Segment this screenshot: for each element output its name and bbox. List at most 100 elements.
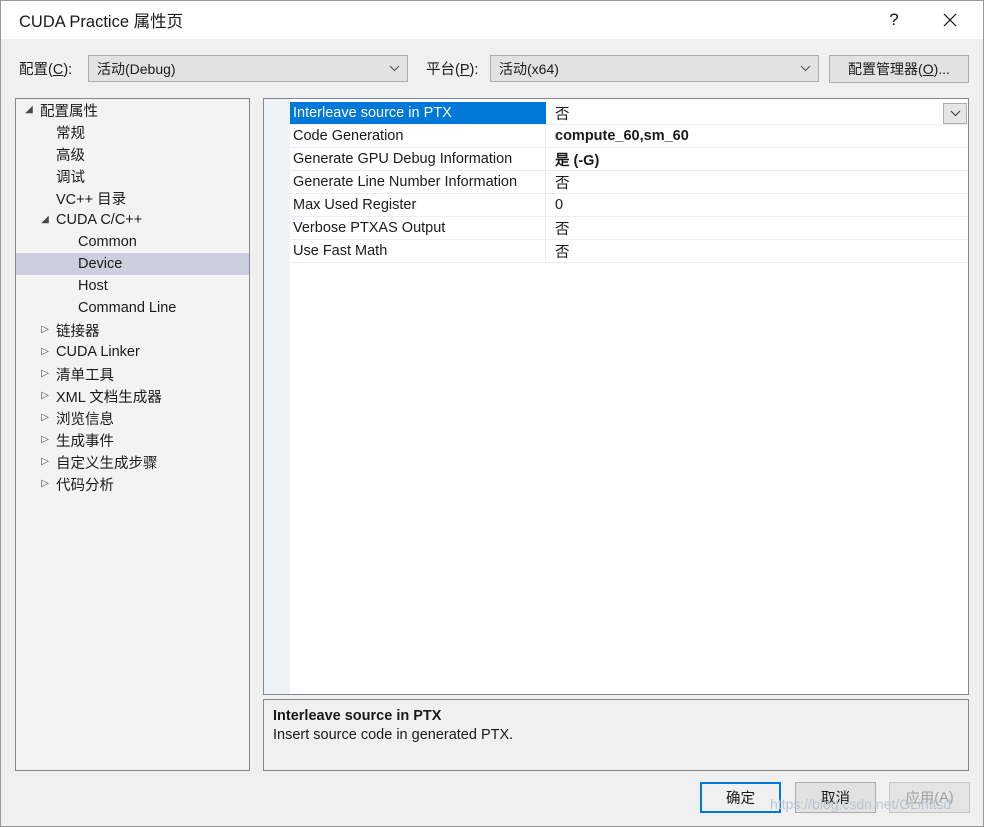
tree-item-高级[interactable]: 高级 <box>16 143 249 165</box>
property-name: Interleave source in PTX <box>290 102 546 124</box>
property-pages-dialog: CUDA Practice 属性页 ? 配置(C): 活动(Debug) 平台(… <box>0 0 984 827</box>
tree-item-生成事件[interactable]: ▷ 生成事件 <box>16 429 249 451</box>
property-row[interactable]: Generate GPU Debug Information 是 (-G) <box>290 148 968 171</box>
tree-item-清单工具[interactable]: ▷ 清单工具 <box>16 363 249 385</box>
close-icon <box>943 13 957 27</box>
property-value[interactable]: 否 <box>546 102 968 124</box>
configuration-manager-button[interactable]: 配置管理器(O)... <box>829 55 969 83</box>
grid-gutter <box>264 99 290 694</box>
tree-item-label: CUDA Linker <box>56 344 140 360</box>
property-grid[interactable]: Interleave source in PTX 否 Code Generation… <box>263 98 969 695</box>
tree-item-label: 浏览信息 <box>56 411 114 428</box>
chevron-down-icon <box>950 110 960 117</box>
tree-item-command-line[interactable]: Command Line <box>16 297 249 319</box>
cancel-button[interactable]: 取消 <box>795 782 876 813</box>
tree-expander-none <box>38 165 52 187</box>
tree-item-label: 调试 <box>56 169 85 186</box>
property-name: Generate GPU Debug Information <box>290 148 546 170</box>
property-row[interactable]: Verbose PTXAS Output 否 <box>290 217 968 240</box>
tree-item-label: 常规 <box>56 125 85 142</box>
tree-item-代码分析[interactable]: ▷ 代码分析 <box>16 473 249 495</box>
platform-value: 活动(x64) <box>499 60 559 77</box>
chevron-down-icon <box>792 65 818 72</box>
tree-expander-none <box>38 143 52 165</box>
property-name: Code Generation <box>290 125 546 147</box>
tree-expander-collapsed-icon[interactable]: ▷ <box>38 341 52 363</box>
tree-item-调试[interactable]: 调试 <box>16 165 249 187</box>
platform-dropdown[interactable]: 活动(x64) <box>490 55 819 82</box>
close-button[interactable] <box>927 1 973 39</box>
tree-expander-collapsed-icon[interactable]: ▷ <box>38 319 52 341</box>
chevron-down-icon <box>381 65 407 72</box>
tree-item-label: 高级 <box>56 147 85 164</box>
configuration-dropdown[interactable]: 活动(Debug) <box>88 55 408 82</box>
property-name: Max Used Register <box>290 194 546 216</box>
description-title: Interleave source in PTX <box>273 708 442 724</box>
tree-item-common[interactable]: Common <box>16 231 249 253</box>
property-name: Generate Line Number Information <box>290 171 546 193</box>
tree-item-xml-文档生成器[interactable]: ▷ XML 文档生成器 <box>16 385 249 407</box>
property-name: Use Fast Math <box>290 240 546 262</box>
tree-item-vc-目录[interactable]: VC++ 目录 <box>16 187 249 209</box>
property-value-dropdown-button[interactable] <box>943 103 967 124</box>
tree-item-链接器[interactable]: ▷ 链接器 <box>16 319 249 341</box>
tree-expander-none <box>38 121 52 143</box>
tree-expander-collapsed-icon[interactable]: ▷ <box>38 429 52 451</box>
tree-expander-collapsed-icon[interactable]: ▷ <box>38 363 52 385</box>
tree-item-label: CUDA C/C++ <box>56 212 143 228</box>
configuration-bar: 配置(C): 活动(Debug) 平台(P): 活动(x64) 配置管理器(O)… <box>1 39 983 97</box>
tree-expander-none <box>60 297 74 319</box>
tree-item-label: 链接器 <box>56 323 100 340</box>
tree-item-device[interactable]: Device <box>16 253 249 275</box>
tree-item-cuda-c-c-[interactable]: ◢ CUDA C/C++ <box>16 209 249 231</box>
tree-item-label: Command Line <box>78 300 177 316</box>
platform-label: 平台(P): <box>426 62 479 78</box>
window-title: CUDA Practice 属性页 <box>19 13 184 31</box>
apply-button: 应用(A) <box>889 782 970 813</box>
question-mark-icon: ? <box>889 10 899 29</box>
tree-item-label: 配置属性 <box>40 103 98 120</box>
tree-expander-none <box>60 253 74 275</box>
configuration-value: 活动(Debug) <box>97 60 176 77</box>
property-row[interactable]: Use Fast Math 否 <box>290 240 968 263</box>
tree-item-label: Host <box>78 278 108 294</box>
property-value[interactable]: 否 <box>546 217 968 239</box>
property-row[interactable]: Interleave source in PTX 否 <box>290 102 968 125</box>
tree-item-常规[interactable]: 常规 <box>16 121 249 143</box>
title-bar: CUDA Practice 属性页 ? <box>1 1 983 39</box>
tree-expander-none <box>38 187 52 209</box>
tree-item-cuda-linker[interactable]: ▷ CUDA Linker <box>16 341 249 363</box>
property-value[interactable]: 0 <box>546 194 968 216</box>
tree-expander-expanded-icon[interactable]: ◢ <box>22 99 36 121</box>
tree-item-host[interactable]: Host <box>16 275 249 297</box>
tree-expander-collapsed-icon[interactable]: ▷ <box>38 407 52 429</box>
property-row[interactable]: Generate Line Number Information 否 <box>290 171 968 194</box>
tree-item-配置属性[interactable]: ◢ 配置属性 <box>16 99 249 121</box>
tree-item-label: VC++ 目录 <box>56 191 127 208</box>
property-value[interactable]: compute_60,sm_60 <box>546 125 968 147</box>
tree-item-label: 自定义生成步骤 <box>56 455 158 472</box>
tree-expander-collapsed-icon[interactable]: ▷ <box>38 451 52 473</box>
tree-item-label: XML 文档生成器 <box>56 389 162 406</box>
property-row[interactable]: Code Generation compute_60,sm_60 <box>290 125 968 148</box>
tree-item-浏览信息[interactable]: ▷ 浏览信息 <box>16 407 249 429</box>
help-button[interactable]: ? <box>871 1 917 39</box>
property-value[interactable]: 是 (-G) <box>546 148 968 170</box>
tree-expander-collapsed-icon[interactable]: ▷ <box>38 473 52 495</box>
tree-item-自定义生成步骤[interactable]: ▷ 自定义生成步骤 <box>16 451 249 473</box>
description-body: Insert source code in generated PTX. <box>273 727 514 743</box>
property-row[interactable]: Max Used Register 0 <box>290 194 968 217</box>
property-value[interactable]: 否 <box>546 240 968 262</box>
description-pane: Interleave source in PTX Insert source c… <box>263 699 969 771</box>
tree-expander-none <box>60 275 74 297</box>
tree-expander-expanded-icon[interactable]: ◢ <box>38 209 52 231</box>
configuration-label: 配置(C): <box>19 62 73 78</box>
property-tree[interactable]: ◢ 配置属性 常规 高级 调试 VC++ 目录 ◢ CUDA C/C++ Common Devic… <box>15 98 250 771</box>
tree-expander-none <box>60 231 74 253</box>
property-value[interactable]: 否 <box>546 171 968 193</box>
property-name: Verbose PTXAS Output <box>290 217 546 239</box>
tree-item-label: 清单工具 <box>56 367 114 384</box>
tree-item-label: Common <box>78 234 137 250</box>
tree-expander-collapsed-icon[interactable]: ▷ <box>38 385 52 407</box>
ok-button[interactable]: 确定 <box>700 782 781 813</box>
